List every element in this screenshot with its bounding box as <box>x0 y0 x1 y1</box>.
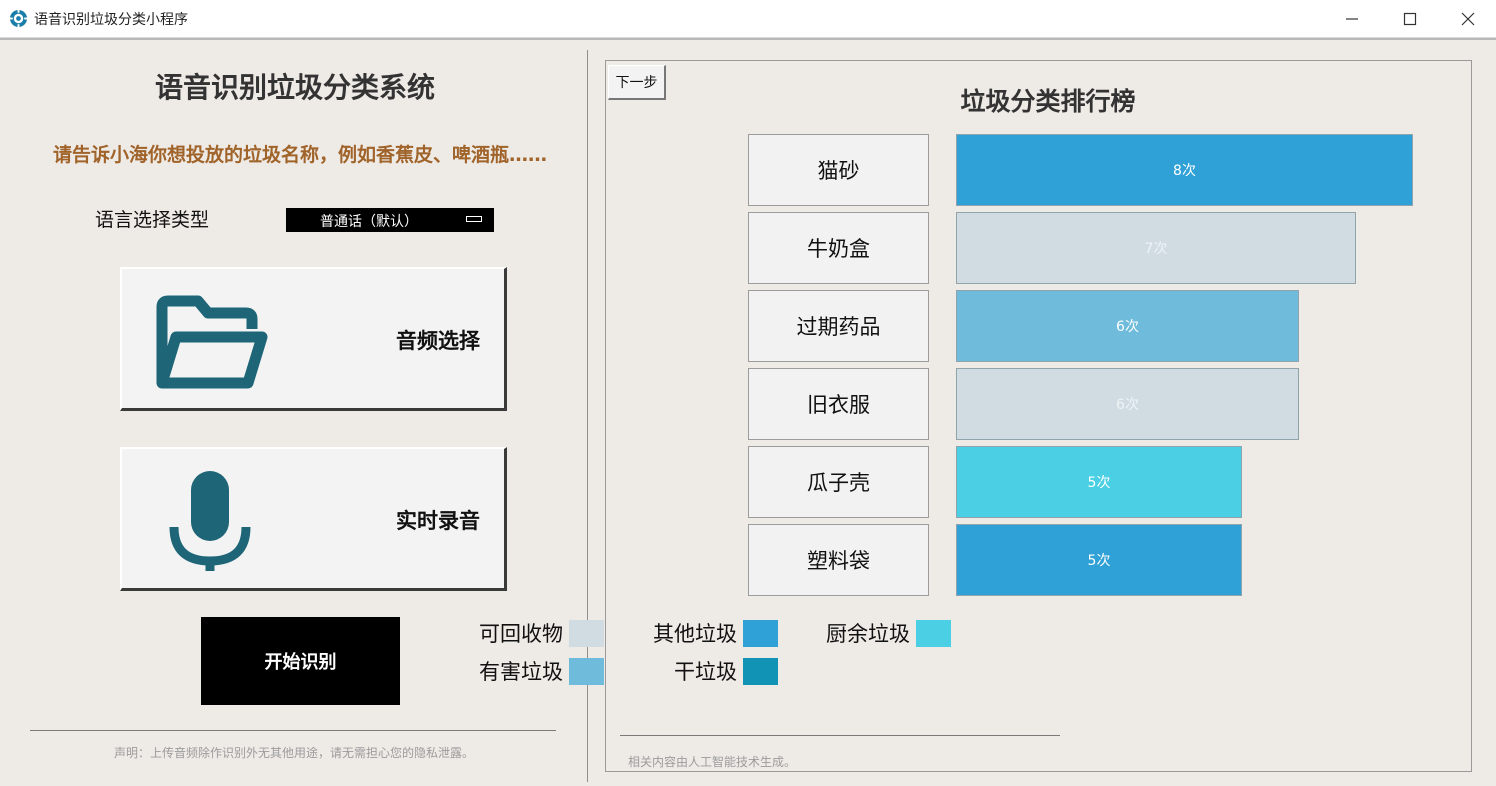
minimize-icon <box>1346 18 1358 20</box>
ranking-bar: 5次 <box>956 524 1242 596</box>
language-select-value: 普通话（默认） <box>320 214 418 230</box>
ranking-bar: 5次 <box>956 446 1242 518</box>
legend-label: 有害垃圾 <box>479 660 563 684</box>
start-recognition-button[interactable]: 开始识别 <box>201 617 400 705</box>
legend-label: 其他垃圾 <box>653 622 737 646</box>
ranking-item-label: 塑料袋 <box>748 524 929 596</box>
microphone-icon <box>169 471 251 571</box>
ai-generated-note: 相关内容由人工智能技术生成。 <box>628 755 797 769</box>
dropdown-icon <box>466 216 482 222</box>
legend-item: 厨余垃圾 <box>751 618 951 648</box>
legend-item: 其他垃圾 <box>578 618 778 648</box>
minimize-button[interactable] <box>1323 0 1381 38</box>
ranking-bar: 8次 <box>956 134 1413 206</box>
legend-label: 干垃圾 <box>674 660 737 684</box>
page-title: 语音识别垃圾分类系统 <box>154 71 435 104</box>
record-label: 实时录音 <box>396 509 480 533</box>
left-divider-line <box>30 730 556 731</box>
folder-icon <box>156 295 268 389</box>
maximize-icon <box>1403 12 1417 26</box>
record-button[interactable]: 实时录音 <box>120 447 507 591</box>
close-icon <box>1461 12 1475 26</box>
legend-item: 可回收物 <box>404 618 604 648</box>
ranking-bar: 6次 <box>956 290 1299 362</box>
close-button[interactable] <box>1439 0 1496 38</box>
audio-select-button[interactable]: 音频选择 <box>120 267 507 411</box>
legend-item: 干垃圾 <box>578 656 778 686</box>
ranking-title: 垃圾分类排行榜 <box>960 87 1136 116</box>
maximize-button[interactable] <box>1381 0 1439 38</box>
language-label: 语言选择类型 <box>95 209 210 231</box>
legend-swatch <box>916 619 951 647</box>
app-icon <box>9 9 28 28</box>
app-body: 语音识别垃圾分类系统 请告诉小海你想投放的垃圾名称，例如香蕉皮、啤酒瓶…… 语言… <box>0 38 1496 786</box>
window-title: 语音识别垃圾分类小程序 <box>34 12 188 28</box>
ranking-item-label: 猫砂 <box>748 134 929 206</box>
audio-select-label: 音频选择 <box>396 329 480 353</box>
legend-swatch <box>743 657 778 685</box>
ranking-item-label: 旧衣服 <box>748 368 929 440</box>
language-select[interactable]: 普通话（默认） <box>286 208 494 232</box>
legend-label: 可回收物 <box>479 622 563 646</box>
ranking-bar: 6次 <box>956 368 1299 440</box>
legend-item: 有害垃圾 <box>404 656 604 686</box>
disclaimer-text: 声明：上传音频除作识别外无其他用途，请无需担心您的隐私泄露。 <box>113 746 474 760</box>
next-step-button[interactable]: 下一步 <box>608 65 666 100</box>
instruction-text: 请告诉小海你想投放的垃圾名称，例如香蕉皮、啤酒瓶…… <box>52 144 547 166</box>
legend-label: 厨余垃圾 <box>826 622 910 646</box>
ranking-bar: 7次 <box>956 212 1356 284</box>
ranking-item-label: 瓜子壳 <box>748 446 929 518</box>
ranking-item-label: 牛奶盒 <box>748 212 929 284</box>
window-titlebar: 语音识别垃圾分类小程序 <box>0 0 1496 38</box>
right-divider-line <box>620 735 1060 736</box>
ranking-item-label: 过期药品 <box>748 290 929 362</box>
